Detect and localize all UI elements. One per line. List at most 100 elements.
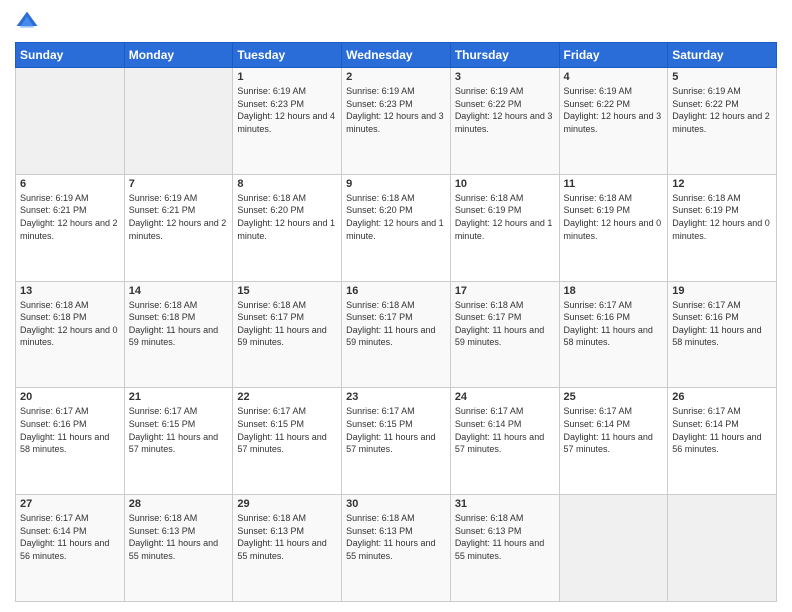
logo — [15, 10, 43, 34]
day-number: 15 — [237, 285, 337, 297]
calendar-cell: 20 Sunrise: 6:17 AM Sunset: 6:16 PM Dayli… — [16, 388, 125, 495]
calendar-cell: 1Sunrise: 6:19 AM Sunset: 6:23 PM Daylig… — [233, 68, 342, 175]
calendar-cell: 19Sunrise: 6:17 AM Sunset: 6:16 PM Dayli… — [668, 281, 777, 388]
day-info: Sunrise: 6:18 AM Sunset: 6:19 PM Dayligh… — [564, 192, 664, 242]
day-info: Sunrise: 6:17 AM Sunset: 6:14 PM Dayligh… — [672, 405, 772, 455]
calendar-cell: 29 Sunrise: 6:18 AM Sunset: 6:13 PM Dayli… — [233, 495, 342, 602]
calendar-cell: 6 Sunrise: 6:19 AM Sunset: 6:21 PM Daylig… — [16, 174, 125, 281]
day-info: Sunrise: 6:18 AM Sunset: 6:13 PM Dayligh… — [346, 512, 446, 562]
day-number: 18 — [564, 285, 664, 297]
day-number: 7 — [129, 178, 229, 190]
calendar-week-1: 1 Sunrise: 6:19 AM Sunset: 6:23 PM Daylig… — [16, 68, 777, 175]
calendar-cell: 10Sunrise: 6:18 AM Sunset: 6:19 PM Dayli… — [450, 174, 559, 281]
calendar-cell: 23 Sunrise: 6:17 AM Sunset: 6:15 PM Dayli… — [342, 388, 451, 495]
calendar-cell: 26Sunrise: 6:17 AM Sunset: 6:14 PM Dayli… — [668, 388, 777, 495]
day-number: 4 — [564, 71, 664, 83]
day-info: Sunrise: 6:19 AM Sunset: 6:23 PM Dayligh… — [346, 85, 446, 135]
day-info: Sunrise: 6:19 AM Sunset: 6:22 PM Dayligh… — [672, 85, 772, 135]
calendar-cell: 24 Sunrise: 6:17 AM Sunset: 6:14 PM Dayli… — [450, 388, 559, 495]
day-info: Sunrise: 6:17 AM Sunset: 6:16 PM Dayligh… — [20, 405, 120, 455]
page: SundayMondayTuesdayWednesdayThursdayFrid… — [0, 0, 792, 612]
day-info: Sunrise: 6:17 AM Sunset: 6:14 PM Dayligh… — [455, 405, 555, 455]
day-number: 22 — [237, 391, 337, 403]
calendar-cell: 7 Sunrise: 6:19 AM Sunset: 6:21 PM Daylig… — [124, 174, 233, 281]
day-info: Sunrise: 6:18 AM Sunset: 6:17 PM Dayligh… — [346, 299, 446, 349]
day-number: 20 — [20, 391, 120, 403]
calendar-cell: 30 Sunrise: 6:18 AM Sunset: 6:13 PM Dayli… — [342, 495, 451, 602]
calendar-cell: 15 Sunrise: 6:18 AM Sunset: 6:17 PM Dayli… — [233, 281, 342, 388]
day-info: Sunrise: 6:18 AM Sunset: 6:13 PM Dayligh… — [455, 512, 555, 562]
day-info: Sunrise: 6:18 AM Sunset: 6:17 PM Dayligh… — [455, 299, 555, 349]
day-number: 29 — [237, 498, 337, 510]
day-info: Sunrise: 6:18 AM Sunset: 6:17 PM Dayligh… — [237, 299, 337, 349]
day-info: Sunrise: 6:17 AM Sunset: 6:15 PM Dayligh… — [129, 405, 229, 455]
day-number: 27 — [20, 498, 120, 510]
day-info: Sunrise: 6:19 AM Sunset: 6:21 PM Dayligh… — [129, 192, 229, 242]
day-info: Sunrise: 6:18 AM Sunset: 6:19 PM Dayligh… — [672, 192, 772, 242]
calendar-cell: 25 Sunrise: 6:17 AM Sunset: 6:14 PM Dayli… — [559, 388, 668, 495]
day-info: Sunrise: 6:19 AM Sunset: 6:21 PM Dayligh… — [20, 192, 120, 242]
day-info: Sunrise: 6:18 AM Sunset: 6:13 PM Dayligh… — [129, 512, 229, 562]
calendar-cell: 11 Sunrise: 6:18 AM Sunset: 6:19 PM Dayli… — [559, 174, 668, 281]
col-header-saturday: Saturday — [668, 43, 777, 68]
calendar-cell: 5 Sunrise: 6:19 AM Sunset: 6:22 PM Daylig… — [668, 68, 777, 175]
day-number: 12 — [672, 178, 772, 190]
day-info: Sunrise: 6:17 AM Sunset: 6:15 PM Dayligh… — [346, 405, 446, 455]
calendar-cell — [124, 68, 233, 175]
col-header-wednesday: Wednesday — [342, 43, 451, 68]
day-number: 5 — [672, 71, 772, 83]
day-number: 17 — [455, 285, 555, 297]
day-number: 16 — [346, 285, 446, 297]
header — [15, 10, 777, 34]
calendar-cell — [559, 495, 668, 602]
day-info: Sunrise: 6:18 AM Sunset: 6:19 PM Dayligh… — [455, 192, 555, 242]
calendar-cell: 13 Sunrise: 6:18 AM Sunset: 6:18 PM Dayli… — [16, 281, 125, 388]
day-number: 8 — [237, 178, 337, 190]
day-number: 3 — [455, 71, 555, 83]
calendar-week-5: 27 Sunrise: 6:17 AM Sunset: 6:14 PM Dayli… — [16, 495, 777, 602]
day-number: 6 — [20, 178, 120, 190]
calendar-cell: 3 Sunrise: 6:19 AM Sunset: 6:22 PM Daylig… — [450, 68, 559, 175]
day-number: 2 — [346, 71, 446, 83]
day-info: Sunrise: 6:17 AM Sunset: 6:16 PM Dayligh… — [564, 299, 664, 349]
calendar-cell: 2 Sunrise: 6:19 AM Sunset: 6:23 PM Daylig… — [342, 68, 451, 175]
day-number: 9 — [346, 178, 446, 190]
day-number: 11 — [564, 178, 664, 190]
calendar-cell: 12 Sunrise: 6:18 AM Sunset: 6:19 PM Dayli… — [668, 174, 777, 281]
day-number: 30 — [346, 498, 446, 510]
day-number: 1 — [237, 71, 337, 83]
calendar-header-row: SundayMondayTuesdayWednesdayThursdayFrid… — [16, 43, 777, 68]
day-info: Sunrise: 6:18 AM Sunset: 6:18 PM Dayligh… — [129, 299, 229, 349]
day-number: 21 — [129, 391, 229, 403]
col-header-monday: Monday — [124, 43, 233, 68]
logo-icon — [15, 10, 39, 34]
calendar-cell: 16 Sunrise: 6:18 AM Sunset: 6:17 PM Dayli… — [342, 281, 451, 388]
calendar-week-3: 13 Sunrise: 6:18 AM Sunset: 6:18 PM Dayli… — [16, 281, 777, 388]
day-info: Sunrise: 6:18 AM Sunset: 6:20 PM Dayligh… — [237, 192, 337, 242]
day-number: 24 — [455, 391, 555, 403]
calendar-cell: 18 Sunrise: 6:17 AM Sunset: 6:16 PM Dayli… — [559, 281, 668, 388]
day-info: Sunrise: 6:18 AM Sunset: 6:20 PM Dayligh… — [346, 192, 446, 242]
day-info: Sunrise: 6:17 AM Sunset: 6:14 PM Dayligh… — [20, 512, 120, 562]
calendar-cell: 14 Sunrise: 6:18 AM Sunset: 6:18 PM Dayli… — [124, 281, 233, 388]
calendar-week-2: 6 Sunrise: 6:19 AM Sunset: 6:21 PM Daylig… — [16, 174, 777, 281]
calendar-week-4: 20 Sunrise: 6:17 AM Sunset: 6:16 PM Dayli… — [16, 388, 777, 495]
calendar-cell: 28 Sunrise: 6:18 AM Sunset: 6:13 PM Dayli… — [124, 495, 233, 602]
calendar-table: SundayMondayTuesdayWednesdayThursdayFrid… — [15, 42, 777, 602]
day-number: 13 — [20, 285, 120, 297]
day-info: Sunrise: 6:19 AM Sunset: 6:22 PM Dayligh… — [455, 85, 555, 135]
calendar-cell — [16, 68, 125, 175]
day-number: 23 — [346, 391, 446, 403]
day-number: 28 — [129, 498, 229, 510]
calendar-cell: 8 Sunrise: 6:18 AM Sunset: 6:20 PM Daylig… — [233, 174, 342, 281]
col-header-sunday: Sunday — [16, 43, 125, 68]
day-number: 14 — [129, 285, 229, 297]
calendar-cell: 27 Sunrise: 6:17 AM Sunset: 6:14 PM Dayli… — [16, 495, 125, 602]
calendar-cell: 21 Sunrise: 6:17 AM Sunset: 6:15 PM Dayli… — [124, 388, 233, 495]
col-header-friday: Friday — [559, 43, 668, 68]
day-info: Sunrise: 6:18 AM Sunset: 6:13 PM Dayligh… — [237, 512, 337, 562]
day-info: Sunrise: 6:18 AM Sunset: 6:18 PM Dayligh… — [20, 299, 120, 349]
day-number: 25 — [564, 391, 664, 403]
day-info: Sunrise: 6:17 AM Sunset: 6:14 PM Dayligh… — [564, 405, 664, 455]
calendar-cell: 22Sunrise: 6:17 AM Sunset: 6:15 PM Dayli… — [233, 388, 342, 495]
